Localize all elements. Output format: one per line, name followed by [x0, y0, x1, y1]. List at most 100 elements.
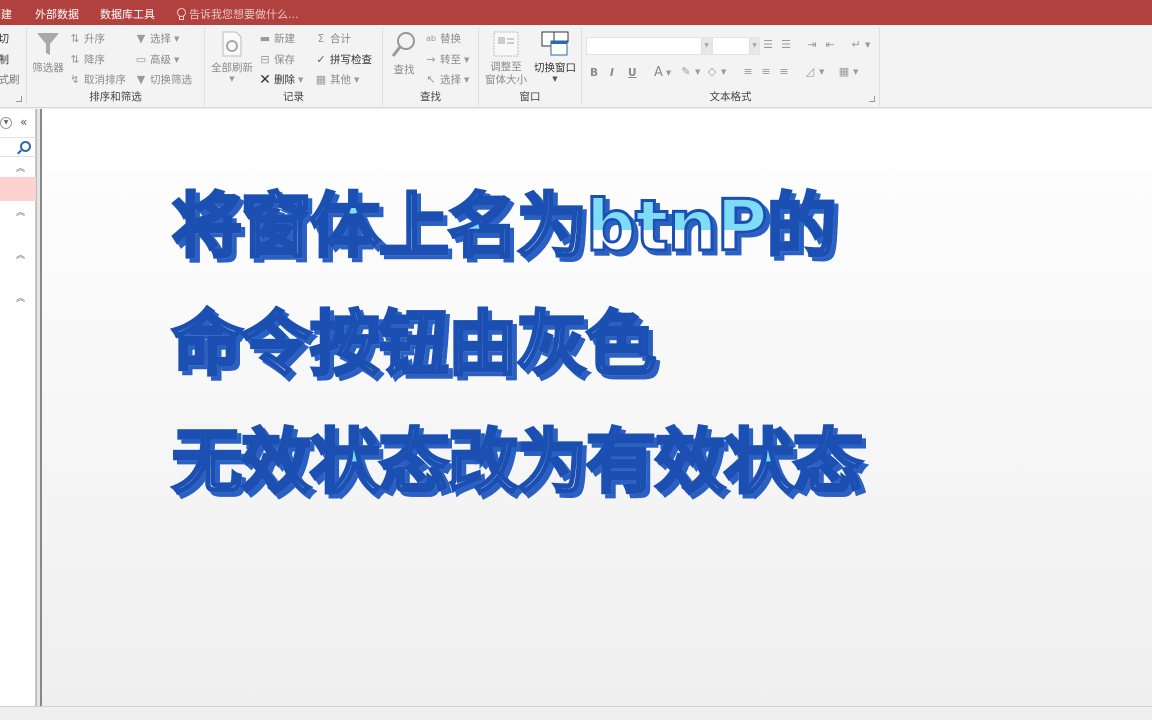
group-label-window: 窗口 — [519, 91, 541, 103]
advanced-label: 高级 — [150, 54, 171, 66]
nav-item-selected[interactable] — [0, 177, 36, 201]
spelling-button[interactable]: ✓ 拼写检查 — [315, 52, 372, 67]
font-name-combo[interactable]: ▼ — [586, 37, 712, 55]
new-record-button[interactable]: ▬ 新建 — [259, 31, 295, 46]
selection-filter-icon: ▼ — [136, 31, 146, 45]
group-find: 查找 ab 替换 → 转至 ▼ ↖ 选择 ▼ 查找 — [383, 27, 479, 106]
dropdown-caret-icon: ▼ — [721, 68, 727, 76]
caption-line-3: 无效状态改为有效状态 — [171, 421, 865, 504]
save-record-button[interactable]: ⊟ 保存 — [259, 52, 295, 67]
selection-filter-button[interactable]: ▼ 选择 ▼ — [135, 31, 180, 46]
switch-windows-button[interactable]: 切换窗口 ▼ — [529, 31, 581, 83]
caption-line-2: 命令按钮由灰色 — [171, 303, 658, 386]
remove-sort-icon: ↯ — [70, 72, 80, 86]
sigma-icon: Σ — [317, 31, 325, 45]
nav-search-box[interactable] — [0, 137, 36, 157]
advanced-filter-button[interactable]: ▭ 高级 ▼ — [135, 52, 180, 67]
align-left-button[interactable]: ≡ — [742, 66, 754, 78]
dropdown-caret-icon: ▼ — [695, 68, 701, 76]
underline-button[interactable]: U — [628, 67, 637, 79]
more-button[interactable]: ▦ 其他 ▼ — [315, 72, 360, 87]
collapse-pane-icon[interactable]: « — [20, 115, 27, 129]
ribbon-tab-bar: 创建 外部数据 数据库工具 告诉我您想要做什么... — [0, 0, 1152, 25]
cut-button[interactable]: 剪切 — [0, 31, 9, 46]
totals-label: 合计 — [330, 33, 351, 45]
size-to-fit-label-2: 窗体大小 — [485, 74, 527, 86]
group-sort-filter: 筛选器 ⇅ 升序 ⇅ 降序 ↯ 取消排序 ▼ 选择 ▼ ▭ 高级 ▼ ▼ 切换筛选 排序和筛选 — [27, 27, 205, 106]
filter-label: 筛选器 — [32, 62, 64, 74]
highlight-button[interactable]: ✎ ▼ — [680, 66, 700, 78]
chevron-up-icon[interactable]: ︽ — [16, 252, 25, 261]
bold-button[interactable]: B — [590, 67, 598, 79]
tell-me-box[interactable]: 告诉我您想要做什么... — [176, 6, 299, 22]
dropdown-caret-icon: ▼ — [665, 68, 672, 77]
chevron-up-icon[interactable]: ︽ — [16, 295, 25, 304]
totals-button[interactable]: Σ 合计 — [315, 31, 351, 46]
select-button[interactable]: ↖ 选择 ▼ — [425, 72, 469, 87]
dropdown-caret-icon: ▼ — [853, 68, 859, 76]
size-to-fit-form-button[interactable]: 调整至 窗体大小 — [481, 31, 531, 87]
increase-indent-button[interactable]: ⇥ — [806, 39, 818, 51]
sort-descending-button[interactable]: ⇅ 降序 — [69, 52, 105, 67]
copy-label: 复制 — [0, 54, 9, 66]
chevron-down-icon[interactable]: ▼ — [749, 38, 759, 54]
sort-ascending-icon: ⇅ — [70, 31, 80, 45]
sort-descending-label: 降序 — [84, 54, 105, 66]
navigation-pane: ▼ « ︽ ︽ ︽ ︽ — [0, 109, 36, 706]
group-label-records: 记录 — [283, 91, 304, 103]
goto-button[interactable]: → 转至 ▼ — [425, 52, 469, 67]
refresh-all-label: 全部刷新 — [211, 62, 253, 74]
replace-label: 替换 — [440, 33, 461, 45]
refresh-icon — [222, 31, 242, 57]
font-color-button[interactable]: A ▼ — [654, 65, 671, 80]
size-to-fit-label-1: 调整至 — [490, 61, 522, 73]
replace-button[interactable]: ab 替换 — [425, 31, 461, 46]
search-icon[interactable] — [20, 141, 31, 152]
align-center-button[interactable]: ≡ — [760, 66, 772, 78]
tab-create[interactable]: 创建 — [0, 6, 12, 22]
bullets-button[interactable]: ☰ — [762, 39, 774, 51]
copy-button[interactable]: 复制 — [0, 52, 9, 67]
dropdown-caret-icon: ▼ — [552, 75, 558, 83]
paragraph-direction-icon: ↵ — [851, 38, 861, 51]
rtl-button[interactable]: ↵ ▼ — [850, 39, 870, 51]
nav-menu-dropdown-icon[interactable]: ▼ — [0, 117, 12, 129]
delete-record-button[interactable]: ✕ 删除 ▼ — [259, 72, 303, 87]
spelling-label: 拼写检查 — [330, 54, 372, 66]
save-label: 保存 — [274, 54, 295, 66]
decrease-indent-button[interactable]: ⇤ — [824, 39, 836, 51]
fill-color-button[interactable]: ◇ ▼ — [706, 66, 727, 78]
font-size-combo[interactable]: ▼ — [712, 37, 760, 55]
format-painter-label: 格式刷 — [0, 74, 20, 86]
italic-button[interactable]: I — [610, 67, 614, 79]
chevron-down-icon[interactable]: ▼ — [701, 38, 711, 54]
dialog-launcher-icon[interactable] — [869, 96, 875, 102]
gridlines-button[interactable]: ▦ ▼ — [838, 66, 859, 78]
toggle-filter-label: 切换筛选 — [150, 74, 192, 86]
tab-external-data[interactable]: 外部数据 — [35, 6, 79, 22]
tell-me-text: 告诉我您想要做什么... — [189, 8, 299, 21]
alternate-row-color-button[interactable]: ◿ ▼ — [804, 66, 825, 78]
toggle-filter-button[interactable]: ▼ 切换筛选 — [135, 72, 192, 87]
tab-database-tools[interactable]: 数据库工具 — [100, 6, 155, 22]
find-button[interactable]: 查找 — [387, 31, 421, 77]
remove-sort-button[interactable]: ↯ 取消排序 — [69, 72, 126, 87]
chevron-up-icon[interactable]: ︽ — [16, 165, 25, 174]
size-to-fit-icon — [493, 31, 519, 57]
refresh-all-button[interactable]: 全部刷新 ▼ — [207, 31, 257, 83]
selection-label: 选择 — [150, 33, 171, 45]
dropdown-caret-icon: ▼ — [865, 41, 871, 49]
ribbon: 剪切 复制 格式刷 筛选器 ⇅升序 ⇅降序 ↯取消排序 ▼选择▼ ▭高级▼ ▼切… — [0, 25, 1152, 108]
filter-button[interactable]: 筛选器 — [31, 31, 65, 75]
group-window: 调整至 窗体大小 切换窗口 ▼ 窗口 — [479, 27, 582, 106]
align-right-button[interactable]: ≡ — [778, 66, 790, 78]
spelling-check-icon: ✓ — [316, 52, 326, 66]
sort-ascending-button[interactable]: ⇅ 升序 — [69, 31, 105, 46]
magnifier-icon — [391, 32, 415, 57]
format-painter-button[interactable]: 格式刷 — [0, 72, 20, 87]
dropdown-caret-icon: ▼ — [174, 55, 180, 64]
chevron-up-icon[interactable]: ︽ — [16, 209, 25, 218]
dialog-launcher-icon[interactable] — [16, 96, 22, 102]
bullet-list-icon: ☰ — [763, 38, 773, 51]
numbering-button[interactable]: ☰ — [780, 39, 792, 51]
